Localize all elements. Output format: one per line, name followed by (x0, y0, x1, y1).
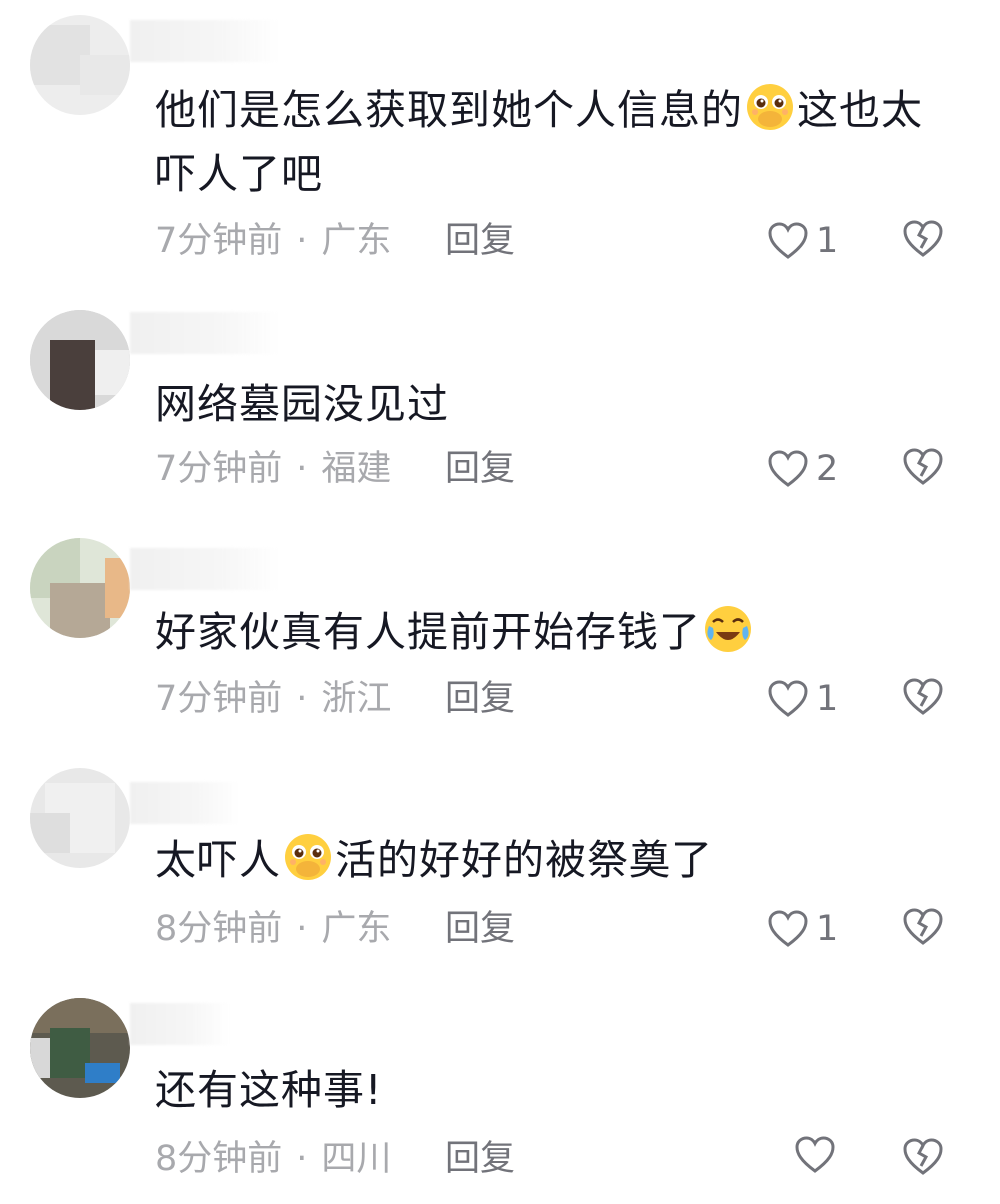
like-button[interactable] (795, 1136, 843, 1174)
like-count: 1 (816, 221, 839, 261)
avatar[interactable] (30, 768, 130, 868)
like-count: 2 (816, 449, 839, 489)
avatar[interactable] (30, 15, 130, 115)
covering-mouth-face-icon (747, 84, 793, 130)
reply-button[interactable]: 回复 (445, 218, 515, 264)
like-count: 1 (816, 909, 839, 949)
comment-text: 他们是怎么获取到她个人信息的 这也太 吓人了吧 (155, 78, 955, 206)
username-blurred (130, 312, 280, 354)
dislike-button[interactable] (903, 678, 943, 720)
location: 福建 (321, 449, 392, 489)
dislike-button[interactable] (903, 448, 943, 490)
broken-heart-icon (903, 1138, 943, 1175)
timestamp: 8分钟前 (155, 909, 283, 949)
broken-heart-icon (903, 678, 943, 715)
heart-icon (768, 680, 808, 717)
dislike-button[interactable] (903, 1138, 943, 1180)
timestamp: 7分钟前 (155, 221, 283, 261)
covering-mouth-face-icon (285, 834, 331, 880)
timestamp: 8分钟前 (155, 1139, 283, 1179)
comment-text: 还有这种事! (155, 1066, 383, 1114)
reply-button[interactable]: 回复 (445, 446, 515, 492)
username-blurred (130, 1003, 230, 1045)
location: 广东 (321, 909, 392, 949)
avatar[interactable] (30, 538, 130, 638)
broken-heart-icon (903, 908, 943, 945)
broken-heart-icon (903, 448, 943, 485)
like-count: 1 (816, 679, 839, 719)
username-blurred (130, 20, 280, 62)
timestamp: 7分钟前 (155, 679, 283, 719)
heart-icon (768, 450, 808, 487)
timestamp: 7分钟前 (155, 449, 283, 489)
tears-of-joy-face-icon (705, 606, 751, 652)
username-blurred (130, 548, 280, 590)
like-button[interactable]: 1 (768, 218, 838, 264)
comment-meta: 8分钟前 · 广东 (155, 909, 392, 949)
reply-button[interactable]: 回复 (445, 676, 515, 722)
location: 广东 (321, 221, 392, 261)
reply-button[interactable]: 回复 (445, 1136, 515, 1182)
like-button[interactable]: 2 (768, 446, 838, 492)
avatar[interactable] (30, 310, 130, 410)
comment-meta: 7分钟前 · 浙江 (155, 679, 392, 719)
comment-text: 好家伙真有人提前开始存钱了 (155, 600, 955, 664)
like-button[interactable]: 1 (768, 676, 838, 722)
location: 四川 (321, 1139, 392, 1179)
comment-text: 太吓人 活的好好的被祭奠了 (155, 828, 955, 892)
comment-meta: 7分钟前 · 广东 (155, 221, 392, 261)
dislike-button[interactable] (903, 908, 943, 950)
location: 浙江 (321, 679, 392, 719)
comment-text: 网络墓园没见过 (155, 380, 449, 428)
username-blurred (130, 782, 240, 824)
heart-icon (768, 910, 808, 947)
dislike-button[interactable] (903, 220, 943, 262)
heart-icon (768, 222, 808, 259)
comment-meta: 7分钟前 · 福建 (155, 449, 392, 489)
reply-button[interactable]: 回复 (445, 906, 515, 952)
avatar[interactable] (30, 998, 130, 1098)
comment-meta: 8分钟前 · 四川 (155, 1139, 392, 1179)
broken-heart-icon (903, 220, 943, 257)
heart-icon (795, 1136, 835, 1173)
like-button[interactable]: 1 (768, 906, 838, 952)
